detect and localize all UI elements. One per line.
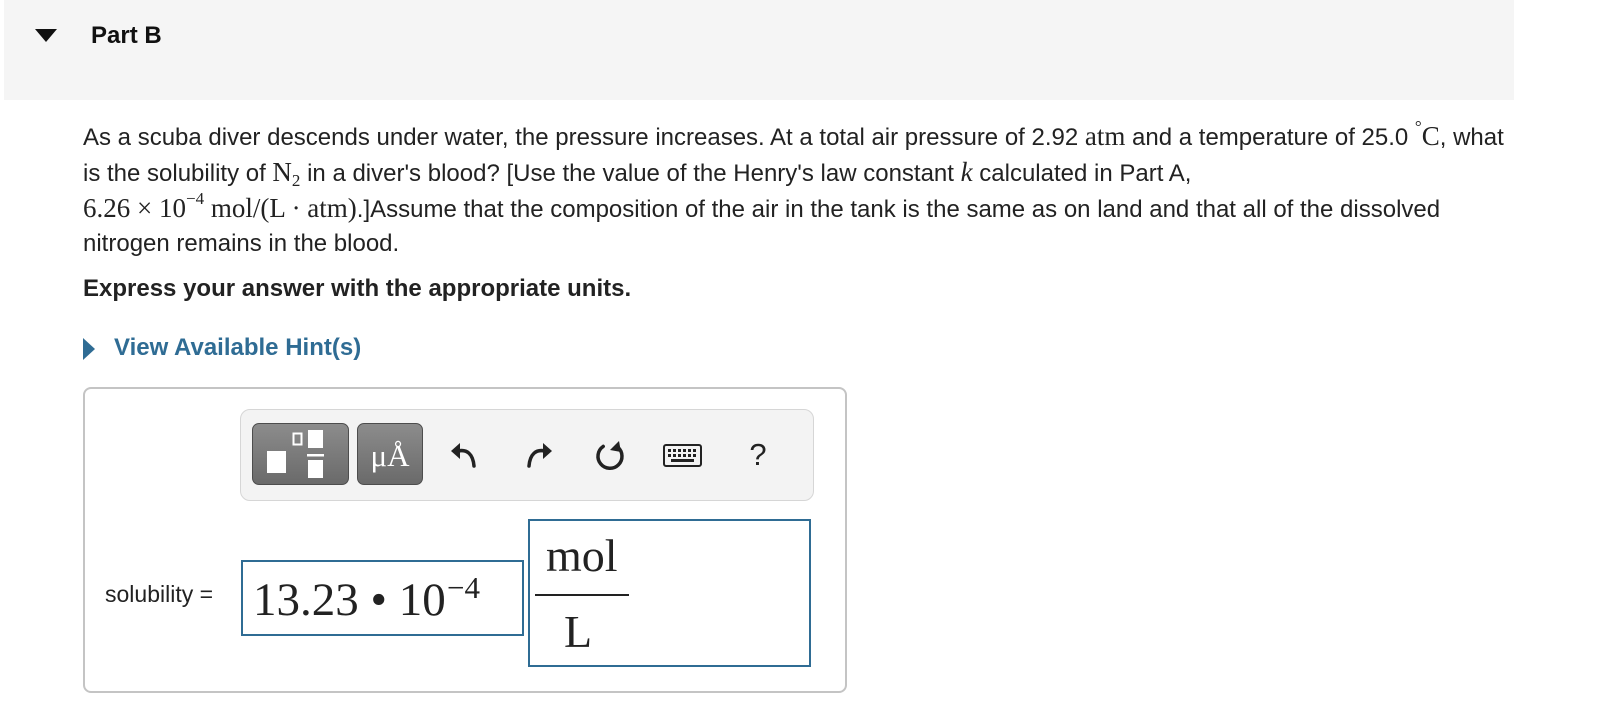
unit-input[interactable]: mol L <box>528 519 811 667</box>
expand-arrow-icon <box>83 337 95 360</box>
unit-denominator: L <box>564 606 593 657</box>
reset-icon[interactable] <box>592 437 626 473</box>
templates-button[interactable] <box>252 423 349 485</box>
keyboard-icon[interactable] <box>662 437 704 473</box>
view-hints-link[interactable]: View Available Hint(s) <box>83 331 361 365</box>
question-text: As a scuba diver descends under water, t… <box>83 117 1504 257</box>
solubility-label: solubility = <box>105 581 214 607</box>
unit-numerator: mol <box>546 530 618 581</box>
fraction-bar <box>535 594 629 596</box>
collapse-arrow-icon[interactable] <box>35 29 57 42</box>
value-input[interactable]: 13.23 • 10 −4 <box>241 560 524 636</box>
templates-icon <box>267 430 324 478</box>
help-icon[interactable]: ? <box>746 437 770 473</box>
undo-icon[interactable] <box>447 437 481 473</box>
part-title: Part B <box>91 22 162 49</box>
units-button[interactable]: μÅ <box>357 423 423 485</box>
view-hints-label: View Available Hint(s) <box>114 334 362 361</box>
math-toolbar: μÅ ? <box>240 409 814 501</box>
part-header[interactable]: Part B <box>4 0 1514 100</box>
answer-instruction: Express your answer with the appropriate… <box>83 275 632 302</box>
redo-icon[interactable] <box>522 437 556 473</box>
value-exponent: −4 <box>447 570 480 605</box>
value-text: 13.23 • 10 <box>253 574 446 626</box>
units-button-label: μÅ <box>370 438 410 473</box>
